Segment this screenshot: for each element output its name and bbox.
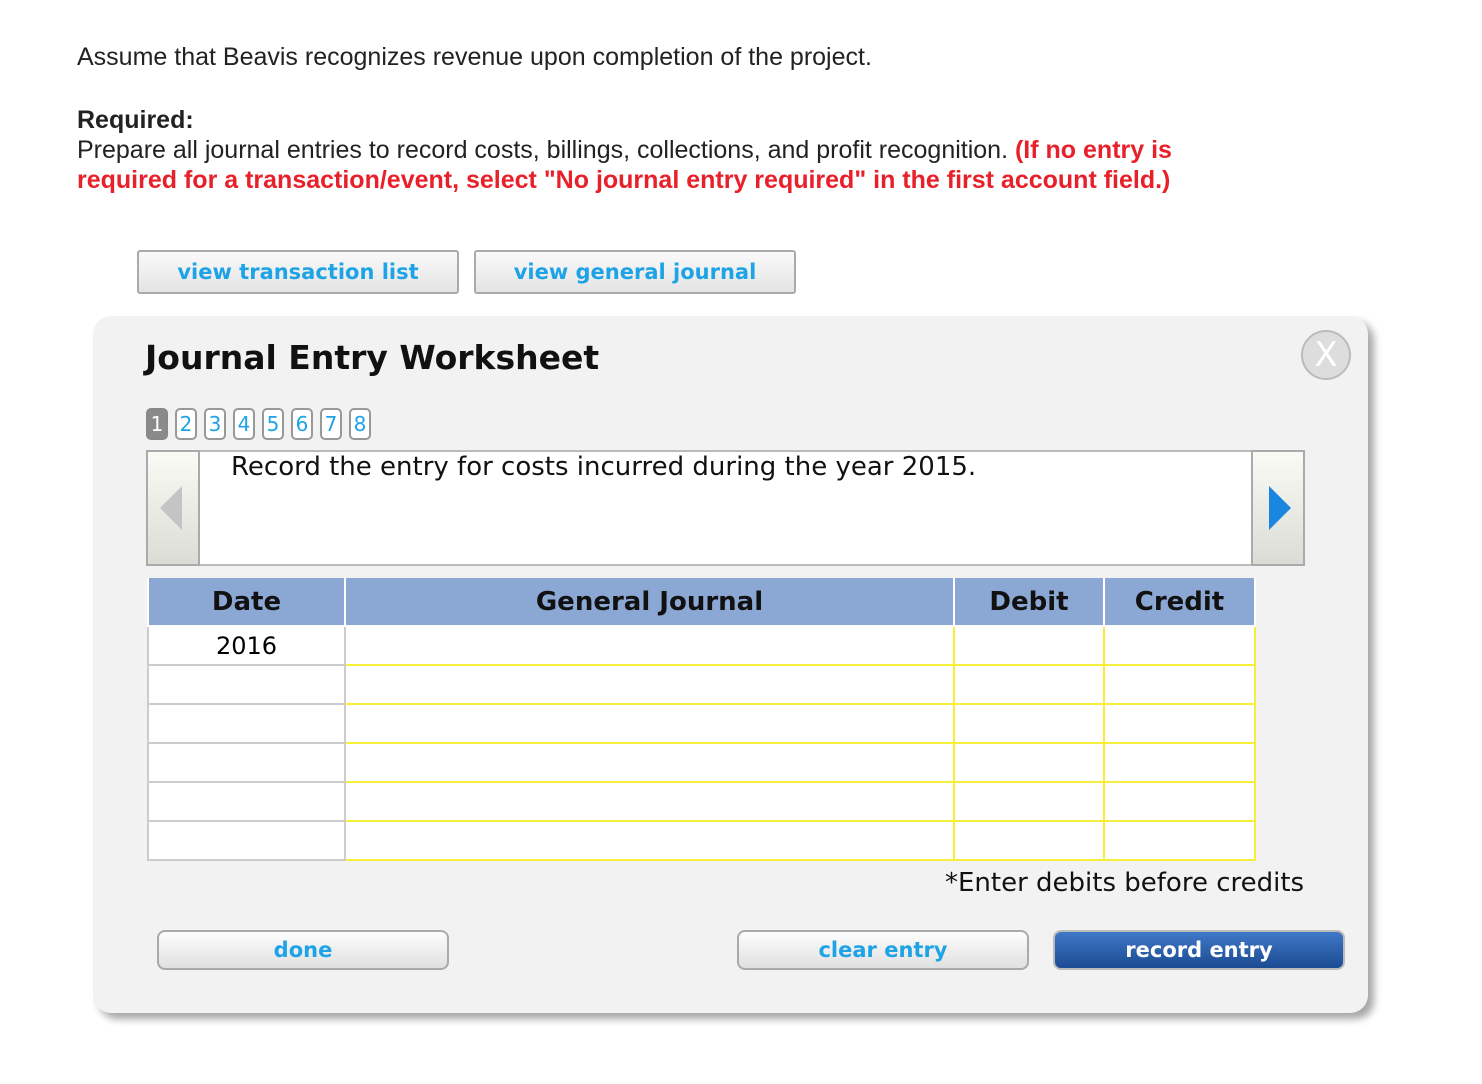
required-text: Prepare all journal entries to record co… [77,136,1009,164]
clear-entry-button[interactable]: clear entry [737,930,1029,970]
account-input[interactable] [344,742,955,783]
prev-button[interactable] [146,450,200,566]
date-cell[interactable] [147,742,346,783]
prompt-box: Record the entry for costs incurred duri… [146,450,1305,566]
table-row [147,781,1256,822]
intro-text: Assume that Beavis recognizes revenue up… [77,43,872,71]
account-input[interactable] [344,625,955,666]
journal-entry-worksheet: Journal Entry Worksheet X 1 2 3 4 5 6 7 … [93,316,1368,1013]
chevron-left-icon [160,486,182,530]
page-tab-5[interactable]: 5 [262,408,284,440]
col-general-journal: General Journal [344,578,955,627]
close-icon[interactable]: X [1301,330,1351,380]
debit-input[interactable] [953,820,1105,861]
page-tab-2[interactable]: 2 [175,408,197,440]
table-row [147,664,1256,705]
view-transaction-list-button[interactable]: view transaction list [137,250,459,294]
date-cell[interactable] [147,664,346,705]
debit-input[interactable] [953,781,1105,822]
prompt-text: Record the entry for costs incurred duri… [231,452,977,482]
worksheet-title: Journal Entry Worksheet [145,338,600,377]
page-tab-7[interactable]: 7 [320,408,342,440]
credit-input[interactable] [1103,703,1256,744]
table-row: 2016 [147,625,1256,666]
account-input[interactable] [344,820,955,861]
col-date: Date [147,578,346,627]
table-header: Date General Journal Debit Credit [147,578,1256,627]
debit-input[interactable] [953,742,1105,783]
page-tab-8[interactable]: 8 [349,408,371,440]
debit-input[interactable] [953,664,1105,705]
table-row [147,742,1256,783]
table-row [147,703,1256,744]
journal-table: Date General Journal Debit Credit 2016 [147,578,1256,861]
credit-input[interactable] [1103,664,1256,705]
col-debit: Debit [953,578,1105,627]
credit-input[interactable] [1103,742,1256,783]
date-cell[interactable]: 2016 [147,625,346,666]
next-button[interactable] [1251,450,1305,566]
credit-input[interactable] [1103,625,1256,666]
debit-input[interactable] [953,703,1105,744]
account-input[interactable] [344,703,955,744]
date-cell[interactable] [147,820,346,861]
page-tab-3[interactable]: 3 [204,408,226,440]
table-row [147,820,1256,861]
credit-input[interactable] [1103,781,1256,822]
page-tab-1[interactable]: 1 [146,408,168,440]
account-input[interactable] [344,664,955,705]
date-cell[interactable] [147,703,346,744]
debit-input[interactable] [953,625,1105,666]
date-cell[interactable] [147,781,346,822]
required-section: Required: Prepare all journal entries to… [77,105,1277,195]
required-heading: Required: [77,106,194,134]
credit-input[interactable] [1103,820,1256,861]
record-entry-button[interactable]: record entry [1053,930,1345,970]
page-tab-4[interactable]: 4 [233,408,255,440]
footnote: *Enter debits before credits [945,868,1305,898]
view-general-journal-button[interactable]: view general journal [474,250,796,294]
page-tab-6[interactable]: 6 [291,408,313,440]
done-button[interactable]: done [157,930,449,970]
page-tabs: 1 2 3 4 5 6 7 8 [146,408,371,440]
account-input[interactable] [344,781,955,822]
chevron-right-icon [1269,486,1291,530]
col-credit: Credit [1103,578,1256,627]
